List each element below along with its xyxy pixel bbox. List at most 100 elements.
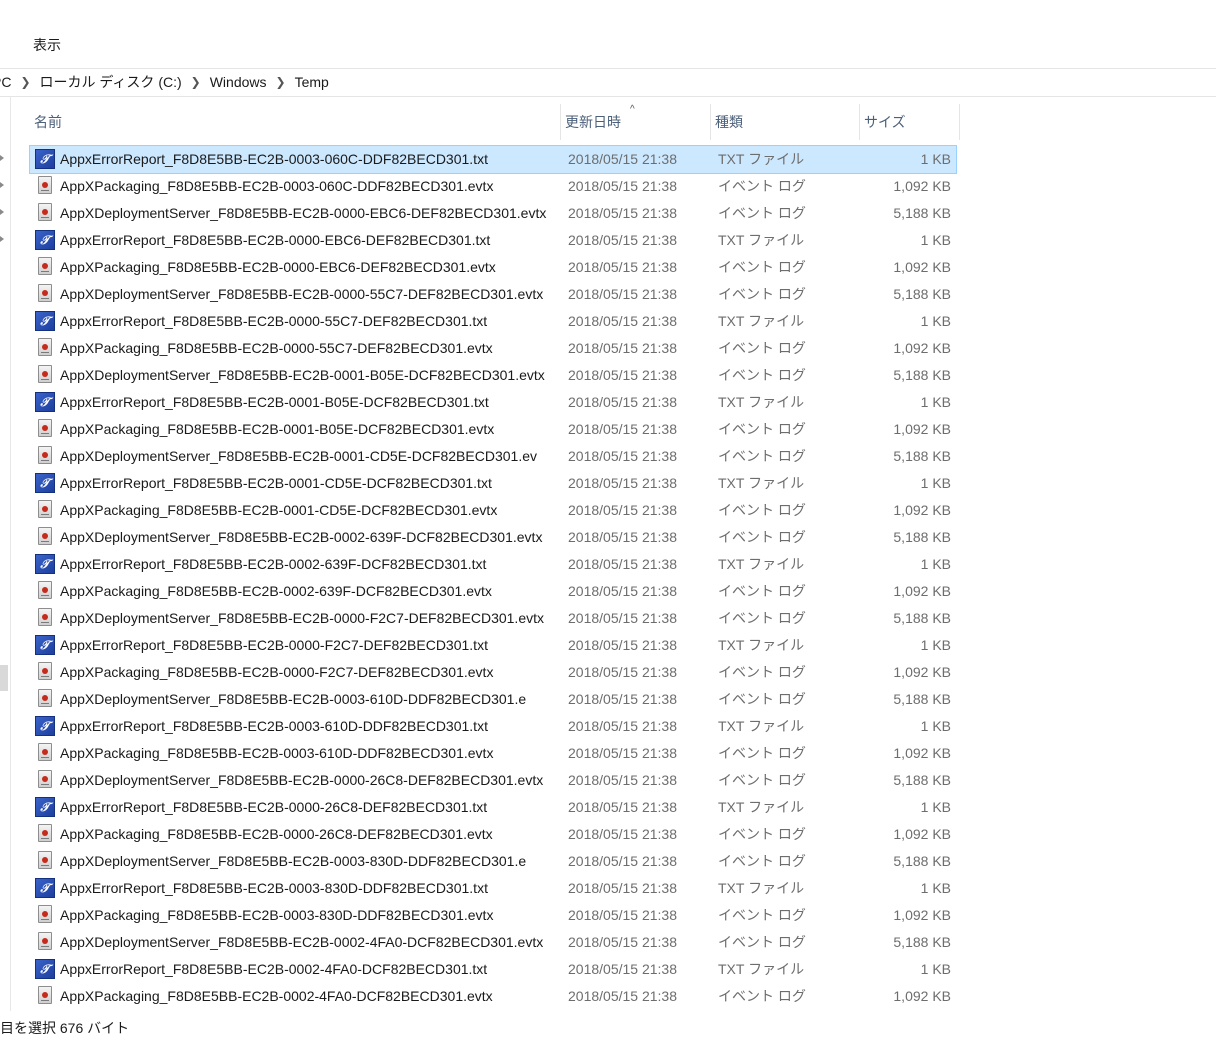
file-row[interactable]: AppXDeploymentServer_F8D8E5BB-EC2B-0000-… xyxy=(30,200,956,227)
file-name: AppxErrorReport_F8D8E5BB-EC2B-0002-4FA0-… xyxy=(60,961,488,977)
file-modified: 2018/05/15 21:38 xyxy=(568,988,677,1004)
file-name: AppXDeploymentServer_F8D8E5BB-EC2B-0000-… xyxy=(60,205,547,221)
file-modified: 2018/05/15 21:38 xyxy=(568,313,677,329)
file-row[interactable]: AppXPackaging_F8D8E5BB-EC2B-0003-610D-DD… xyxy=(30,740,956,767)
file-row[interactable]: AppXDeploymentServer_F8D8E5BB-EC2B-0003-… xyxy=(30,686,956,713)
file-list[interactable]: 𝒯 AppxErrorReport_F8D8E5BB-EC2B-0003-060C… xyxy=(29,145,957,1010)
file-type: イベント ログ xyxy=(718,610,806,626)
file-size: 1 KB xyxy=(920,232,951,248)
file-row[interactable]: 𝒯 AppxErrorReport_F8D8E5BB-EC2B-0000-55C7… xyxy=(30,308,956,335)
file-type: TXT ファイル xyxy=(718,556,805,572)
expand-arrow-icon[interactable] xyxy=(0,155,4,161)
file-row[interactable]: AppXPackaging_F8D8E5BB-EC2B-0003-060C-DD… xyxy=(30,173,956,200)
file-icon xyxy=(35,905,55,925)
file-row[interactable]: 𝒯 AppxErrorReport_F8D8E5BB-EC2B-0003-060C… xyxy=(29,145,957,174)
column-header-size[interactable]: サイズ xyxy=(860,104,960,140)
file-type: イベント ログ xyxy=(718,826,806,842)
column-header-type[interactable]: 種類 xyxy=(711,104,860,140)
file-row[interactable]: 𝒯 AppxErrorReport_F8D8E5BB-EC2B-0003-610D… xyxy=(30,713,956,740)
file-name: AppXPackaging_F8D8E5BB-EC2B-0003-830D-DD… xyxy=(60,907,494,923)
expand-arrow-icon[interactable] xyxy=(0,182,4,188)
file-row[interactable]: AppXPackaging_F8D8E5BB-EC2B-0002-4FA0-DC… xyxy=(30,983,956,1010)
file-row[interactable]: AppXDeploymentServer_F8D8E5BB-EC2B-0002-… xyxy=(30,524,956,551)
event-log-icon xyxy=(38,500,52,518)
navigation-selected-item[interactable] xyxy=(0,665,8,691)
file-row[interactable]: 𝒯 AppxErrorReport_F8D8E5BB-EC2B-0003-830D… xyxy=(30,875,956,902)
file-name: AppxErrorReport_F8D8E5BB-EC2B-0000-F2C7-… xyxy=(60,637,488,653)
file-name: AppXPackaging_F8D8E5BB-EC2B-0000-55C7-DE… xyxy=(60,340,493,356)
file-row[interactable]: 𝒯 AppxErrorReport_F8D8E5BB-EC2B-0002-639F… xyxy=(30,551,956,578)
file-size: 1,092 KB xyxy=(893,826,951,842)
file-name: AppXPackaging_F8D8E5BB-EC2B-0001-CD5E-DC… xyxy=(60,502,498,518)
file-row[interactable]: AppXPackaging_F8D8E5BB-EC2B-0002-639F-DC… xyxy=(30,578,956,605)
file-name: AppXDeploymentServer_F8D8E5BB-EC2B-0002-… xyxy=(60,529,543,545)
file-type: イベント ログ xyxy=(718,853,806,869)
file-icon xyxy=(35,824,55,844)
breadcrumb-pc[interactable]: PC xyxy=(0,74,11,90)
address-bar[interactable]: PC ❯ ローカル ディスク (C:) ❯ Windows ❯ Temp xyxy=(0,68,1216,97)
file-modified: 2018/05/15 21:38 xyxy=(568,718,677,734)
file-size: 5,188 KB xyxy=(893,772,951,788)
chevron-right-icon[interactable]: ❯ xyxy=(20,75,30,89)
file-row[interactable]: AppXDeploymentServer_F8D8E5BB-EC2B-0000-… xyxy=(30,767,956,794)
file-type: イベント ログ xyxy=(718,583,806,599)
sort-ascending-icon: ^ xyxy=(630,104,635,115)
file-row[interactable]: 𝒯 AppxErrorReport_F8D8E5BB-EC2B-0001-CD5E… xyxy=(30,470,956,497)
file-row[interactable]: AppXDeploymentServer_F8D8E5BB-EC2B-0003-… xyxy=(30,848,956,875)
file-row[interactable]: AppXPackaging_F8D8E5BB-EC2B-0001-CD5E-DC… xyxy=(30,497,956,524)
file-row[interactable]: AppXPackaging_F8D8E5BB-EC2B-0000-F2C7-DE… xyxy=(30,659,956,686)
file-icon xyxy=(35,365,55,385)
file-icon: 𝒯 xyxy=(35,230,55,250)
file-row[interactable]: AppXDeploymentServer_F8D8E5BB-EC2B-0001-… xyxy=(30,443,956,470)
event-log-icon xyxy=(38,581,52,599)
navigation-pane[interactable] xyxy=(0,97,11,1011)
file-type: イベント ログ xyxy=(718,367,806,383)
column-header-name[interactable]: 名前 xyxy=(30,104,561,140)
file-name: AppXDeploymentServer_F8D8E5BB-EC2B-0001-… xyxy=(60,367,545,383)
file-row[interactable]: 𝒯 AppxErrorReport_F8D8E5BB-EC2B-0001-B05E… xyxy=(30,389,956,416)
file-modified: 2018/05/15 21:38 xyxy=(568,151,677,167)
file-icon xyxy=(35,743,55,763)
file-modified: 2018/05/15 21:38 xyxy=(568,907,677,923)
file-row[interactable]: AppXDeploymentServer_F8D8E5BB-EC2B-0000-… xyxy=(30,605,956,632)
file-size: 5,188 KB xyxy=(893,286,951,302)
file-modified: 2018/05/15 21:38 xyxy=(568,340,677,356)
file-size: 1,092 KB xyxy=(893,340,951,356)
file-row[interactable]: 𝒯 AppxErrorReport_F8D8E5BB-EC2B-0000-EBC6… xyxy=(30,227,956,254)
chevron-right-icon[interactable]: ❯ xyxy=(191,75,201,89)
event-log-icon xyxy=(38,608,52,626)
file-row[interactable]: 𝒯 AppxErrorReport_F8D8E5BB-EC2B-0000-F2C7… xyxy=(30,632,956,659)
file-name: AppXPackaging_F8D8E5BB-EC2B-0003-610D-DD… xyxy=(60,745,494,761)
file-icon: 𝒯 xyxy=(35,149,55,169)
file-row[interactable]: 𝒯 AppxErrorReport_F8D8E5BB-EC2B-0000-26C8… xyxy=(30,794,956,821)
breadcrumb-local-disk[interactable]: ローカル ディスク (C:) xyxy=(40,72,182,92)
breadcrumb-temp[interactable]: Temp xyxy=(295,74,329,90)
text-file-icon: 𝒯 xyxy=(35,635,55,655)
file-row[interactable]: AppXDeploymentServer_F8D8E5BB-EC2B-0001-… xyxy=(30,362,956,389)
file-row[interactable]: AppXPackaging_F8D8E5BB-EC2B-0000-55C7-DE… xyxy=(30,335,956,362)
file-row[interactable]: AppXDeploymentServer_F8D8E5BB-EC2B-0002-… xyxy=(30,929,956,956)
file-row[interactable]: AppXPackaging_F8D8E5BB-EC2B-0003-830D-DD… xyxy=(30,902,956,929)
file-type: イベント ログ xyxy=(718,691,806,707)
file-icon xyxy=(35,500,55,520)
expand-arrow-icon[interactable] xyxy=(0,236,4,242)
file-name: AppXDeploymentServer_F8D8E5BB-EC2B-0002-… xyxy=(60,934,544,950)
file-modified: 2018/05/15 21:38 xyxy=(568,421,677,437)
file-name: AppxErrorReport_F8D8E5BB-EC2B-0003-830D-… xyxy=(60,880,488,896)
event-log-icon xyxy=(38,662,52,680)
view-tab[interactable]: 表示 xyxy=(33,35,61,55)
file-row[interactable]: AppXPackaging_F8D8E5BB-EC2B-0000-EBC6-DE… xyxy=(30,254,956,281)
column-header-date[interactable]: 更新日時 xyxy=(561,104,711,140)
chevron-right-icon[interactable]: ❯ xyxy=(276,75,286,89)
file-row[interactable]: 𝒯 AppxErrorReport_F8D8E5BB-EC2B-0002-4FA0… xyxy=(30,956,956,983)
breadcrumb-windows[interactable]: Windows xyxy=(210,74,267,90)
file-modified: 2018/05/15 21:38 xyxy=(568,178,677,194)
file-size: 5,188 KB xyxy=(893,205,951,221)
file-row[interactable]: AppXPackaging_F8D8E5BB-EC2B-0001-B05E-DC… xyxy=(30,416,956,443)
file-row[interactable]: AppXDeploymentServer_F8D8E5BB-EC2B-0000-… xyxy=(30,281,956,308)
ribbon: 表示 xyxy=(0,0,1216,69)
file-icon: 𝒯 xyxy=(35,554,55,574)
event-log-icon xyxy=(38,824,52,842)
file-row[interactable]: AppXPackaging_F8D8E5BB-EC2B-0000-26C8-DE… xyxy=(30,821,956,848)
expand-arrow-icon[interactable] xyxy=(0,209,4,215)
